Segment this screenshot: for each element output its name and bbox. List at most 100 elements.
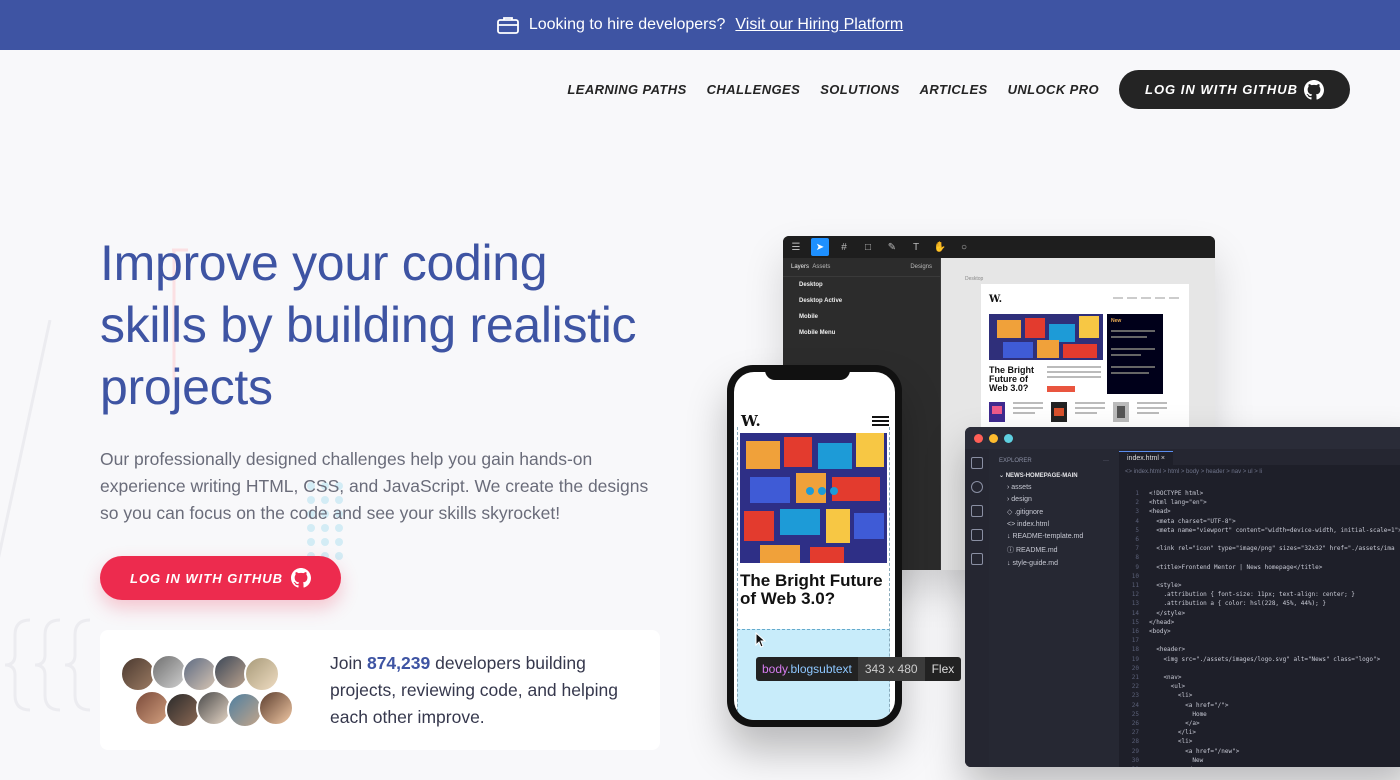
layer-item: Desktop Active xyxy=(799,298,843,304)
briefcase-icon xyxy=(496,17,519,34)
editor-titlebar xyxy=(965,427,1400,449)
github-icon xyxy=(291,568,311,588)
code-line: 30 New xyxy=(1131,756,1204,764)
file-item: ⓘ README.md xyxy=(1007,546,1058,554)
hero-artwork xyxy=(740,433,887,563)
layer-item: Mobile Menu xyxy=(799,330,836,336)
code-line: 6 xyxy=(1135,536,1139,544)
code-line: 5 <meta name="viewport" content="width=d… xyxy=(1135,526,1400,534)
code-line: 7 <link rel="icon" type="image/png" size… xyxy=(1135,545,1395,553)
code-line: 2 <html lang="en"> xyxy=(1135,499,1207,507)
more-icon: ··· xyxy=(1103,458,1109,464)
comment-tool-icon: ○ xyxy=(960,241,968,253)
article-paragraph xyxy=(1047,366,1101,381)
inspect-selector: body.blogsubtext xyxy=(762,662,852,676)
article-thumbnails xyxy=(989,402,1179,422)
inspect-layout: Flex xyxy=(931,662,955,676)
maximize-dot-icon xyxy=(1004,433,1013,443)
shape-tool-icon: □ xyxy=(864,241,872,253)
design-toolbar: ☰ ➤ # □ ✎ T ✋ ○ xyxy=(783,236,1215,258)
hiring-platform-link[interactable]: Visit our Hiring Platform xyxy=(735,16,903,34)
code-line: 21 <nav> xyxy=(1131,674,1182,682)
code-line: 26 </a> xyxy=(1131,720,1200,728)
developer-count: 874,239 xyxy=(366,652,431,673)
menu-icon: ☰ xyxy=(791,241,801,253)
file-item: <> index.html xyxy=(1007,520,1050,528)
code-line: 20 xyxy=(1131,664,1139,672)
file-item: ↓ README-template.md xyxy=(1007,532,1084,540)
file-explorer: EXPLORER ··· ⌄ NEWS-HOMEPAGE-MAIN › asset… xyxy=(989,449,1119,767)
frame-tool-icon: # xyxy=(841,241,847,253)
nav-challenges[interactable]: CHALLENGES xyxy=(707,82,801,97)
code-line: 27 </li> xyxy=(1131,729,1196,737)
community-card: Join 874,239 developers building project… xyxy=(100,630,660,750)
code-line: 22 <ul> xyxy=(1131,683,1186,691)
nav-learning-paths[interactable]: LEARNING PATHS xyxy=(567,82,686,97)
code-editor-mockup: EXPLORER ··· ⌄ NEWS-HOMEPAGE-MAIN › asset… xyxy=(965,427,1400,767)
code-line: 15 </head> xyxy=(1131,618,1175,626)
nav-articles[interactable]: ARTICLES xyxy=(920,82,988,97)
new-sidebar-preview: New xyxy=(1107,314,1163,394)
code-line: 28 <li> xyxy=(1131,738,1193,746)
layer-item: Desktop xyxy=(799,282,823,288)
code-line: 16 <body> xyxy=(1131,628,1171,636)
phone-notch xyxy=(765,365,850,380)
code-line: 19 <img src="./assets/images/logo.svg" a… xyxy=(1131,655,1381,663)
site-logo: W. xyxy=(741,412,761,430)
article-headline: The Bright Future of Web 3.0? xyxy=(740,571,883,608)
decorative-slash xyxy=(0,320,52,558)
extensions-icon xyxy=(971,553,983,565)
editor-breadcrumb: <> index.html > html > body > header > n… xyxy=(1125,469,1263,475)
cursor-pointer-icon xyxy=(755,632,766,648)
hero-title: Improve your coding skills by building r… xyxy=(100,235,637,415)
code-line: 9 <title>Frontend Mentor | News homepage… xyxy=(1135,563,1323,571)
file-item: › assets xyxy=(1007,483,1032,491)
github-icon xyxy=(1304,79,1324,100)
decorative-braces xyxy=(4,618,91,712)
nav-unlock-pro[interactable]: UNLOCK PRO xyxy=(1008,82,1099,97)
code-line: 18 <header> xyxy=(1131,646,1186,654)
code-line: 31 </a> xyxy=(1119,765,1400,767)
files-icon xyxy=(971,457,983,469)
code-line: 11 <style> xyxy=(1131,582,1182,590)
run-debug-icon xyxy=(971,529,983,541)
hiring-banner: Looking to hire developers? Visit our Hi… xyxy=(0,0,1400,50)
code-line: 4 <meta charset="UTF-8"> xyxy=(1135,517,1236,525)
code-line: 13 .attribution a { color: hsl(228, 45%,… xyxy=(1131,600,1327,608)
hero-artwork xyxy=(989,314,1103,360)
code-line: 10 xyxy=(1131,572,1139,580)
nav-login-github-button[interactable]: LOG IN WITH GITHUB xyxy=(1119,70,1350,109)
community-text: Join 874,239 developers building project… xyxy=(330,652,618,727)
explorer-label: EXPLORER xyxy=(999,458,1032,464)
layer-item: Mobile xyxy=(799,314,818,320)
pen-tool-icon: ✎ xyxy=(887,241,897,253)
nav-login-label: LOG IN WITH GITHUB xyxy=(1145,82,1299,97)
avatar-group xyxy=(120,650,320,730)
file-item: ↓ style-guide.md xyxy=(1007,559,1058,567)
project-folder: ⌄ NEWS-HOMEPAGE-MAIN xyxy=(999,473,1078,479)
source-control-icon xyxy=(971,505,983,517)
editor-pane: index.html × <> index.html > html > body… xyxy=(1119,449,1400,767)
code-line: 23 <li> xyxy=(1131,692,1193,700)
nav-solutions[interactable]: SOLUTIONS xyxy=(820,82,899,97)
avatar xyxy=(244,656,280,692)
code-line: 24 <a href="/"> xyxy=(1131,701,1229,709)
site-nav-preview xyxy=(1113,297,1179,299)
code-line: 8 xyxy=(1135,554,1139,562)
editor-activity-bar xyxy=(965,449,989,767)
avatar xyxy=(258,690,294,726)
code-line: 14 </style> xyxy=(1131,609,1186,617)
code-line: 25 Home xyxy=(1131,710,1207,718)
code-line: 12 .attribution { font-size: 11px; text-… xyxy=(1131,591,1355,599)
minimize-dot-icon xyxy=(989,433,998,443)
code-line: 29 <a href="/new"> xyxy=(1131,747,1240,755)
text-tool-icon: T xyxy=(912,241,920,253)
file-item: › design xyxy=(1007,495,1032,503)
canvas-frame-label: Desktop xyxy=(965,276,984,282)
site-logo: W. xyxy=(989,294,1003,305)
code-line: 1 <!DOCTYPE html> xyxy=(1135,490,1204,497)
banner-text: Looking to hire developers? xyxy=(528,16,726,33)
hero-login-github-button[interactable]: LOG IN WITH GITHUB xyxy=(100,556,341,600)
hero-description: Our professionally designed challenges h… xyxy=(100,449,649,523)
hand-tool-icon: ✋ xyxy=(933,241,947,253)
